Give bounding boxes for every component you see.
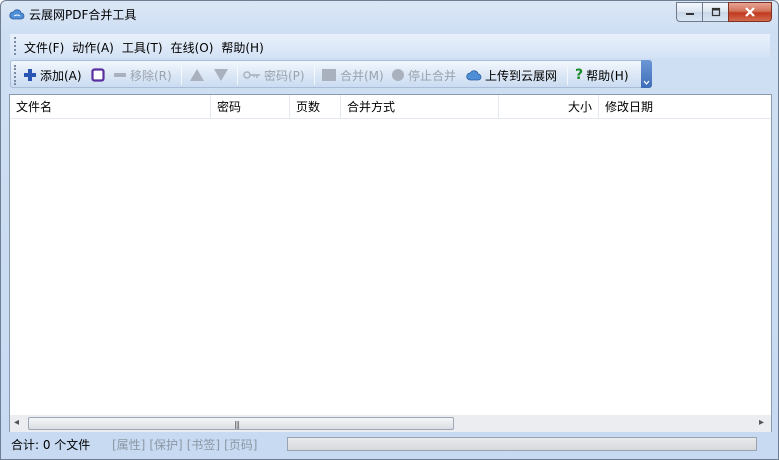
toolbar: 添加(A) 移除(R) 密码(P) 合并(M) 停止合并 上传到云展网 ? 帮助… bbox=[10, 60, 652, 88]
scroll-right-icon[interactable]: ▸ bbox=[759, 417, 764, 428]
chevron-down-icon bbox=[643, 80, 650, 85]
restore-button[interactable] bbox=[702, 2, 728, 22]
column-size[interactable]: 大小 bbox=[499, 95, 599, 119]
checkbox-icon bbox=[91, 68, 105, 82]
toolbar-separator bbox=[237, 65, 238, 85]
flag-protection: [保护] bbox=[149, 438, 183, 452]
menu-help[interactable]: 帮助(H) bbox=[221, 39, 263, 56]
flag-bookmarks: [书签] bbox=[186, 438, 221, 452]
menu-tools[interactable]: 工具(T) bbox=[122, 39, 163, 56]
status-flags: [属性] [保护] [书签] [页码] bbox=[112, 436, 258, 453]
file-count: 合计: 0 个文件 bbox=[11, 438, 91, 452]
minimize-button[interactable] bbox=[676, 2, 702, 22]
minimize-icon bbox=[685, 13, 694, 15]
cloud-icon bbox=[466, 70, 482, 81]
toolbar-separator bbox=[567, 65, 568, 85]
add-label: 添加(A) bbox=[40, 68, 82, 83]
merge-icon bbox=[322, 69, 336, 81]
menubar-grip[interactable] bbox=[14, 37, 17, 55]
menu-action[interactable]: 动作(A) bbox=[72, 39, 114, 56]
upload-button[interactable]: 上传到云展网 bbox=[466, 66, 557, 84]
remove-button[interactable]: 移除(R) bbox=[113, 66, 172, 84]
password-label: 密码(P) bbox=[264, 68, 305, 83]
stop-merge-label: 停止合并 bbox=[408, 68, 457, 83]
merge-label: 合并(M) bbox=[340, 68, 384, 83]
restore-icon bbox=[711, 7, 720, 17]
column-merge-mode[interactable]: 合并方式 bbox=[341, 95, 499, 119]
horizontal-scrollbar[interactable]: ◂ ||| ▸ bbox=[10, 415, 771, 432]
add-button[interactable]: 添加(A) bbox=[23, 66, 82, 84]
menu-bar: 文件(F) 动作(A) 工具(T) 在线(O) 帮助(H) bbox=[10, 34, 770, 58]
toolbar-separator bbox=[314, 65, 315, 85]
column-modified-date[interactable]: 修改日期 bbox=[599, 95, 771, 119]
flag-page-numbers: [页码] bbox=[224, 438, 258, 452]
scrollbar-thumb[interactable]: ||| bbox=[28, 417, 454, 430]
toolbar-grip[interactable] bbox=[14, 65, 17, 85]
flag-properties: [属性] bbox=[112, 438, 146, 452]
help-button[interactable]: ? 帮助(H) bbox=[575, 66, 629, 84]
close-icon bbox=[745, 7, 755, 17]
menu-file[interactable]: 文件(F) bbox=[24, 39, 64, 56]
down-arrow-icon bbox=[214, 69, 228, 81]
title-bar[interactable]: 云展网PDF合并工具 bbox=[1, 1, 778, 29]
help-icon: ? bbox=[575, 67, 584, 83]
app-window: 云展网PDF合并工具 文件(F) 动作(A) 工具(T) 在线(O) 帮助(H) bbox=[0, 0, 779, 460]
up-arrow-icon bbox=[190, 69, 204, 81]
key-icon bbox=[243, 71, 260, 79]
thumb-grip-icon: ||| bbox=[234, 420, 240, 429]
toolbar-overflow-button[interactable] bbox=[641, 60, 652, 88]
help-label: 帮助(H) bbox=[586, 68, 629, 83]
status-bar: 合计: 0 个文件 [属性] [保护] [书签] [页码] bbox=[9, 434, 772, 454]
column-pages[interactable]: 页数 bbox=[290, 95, 341, 119]
remove-label: 移除(R) bbox=[130, 68, 172, 83]
merge-button[interactable]: 合并(M) bbox=[321, 66, 384, 84]
scroll-left-icon[interactable]: ◂ bbox=[14, 417, 19, 428]
toolbar-separator bbox=[181, 65, 182, 85]
cloud-app-icon bbox=[9, 9, 25, 20]
move-up-button[interactable] bbox=[189, 66, 205, 84]
menu-online[interactable]: 在线(O) bbox=[171, 39, 214, 56]
upload-label: 上传到云展网 bbox=[485, 68, 558, 83]
close-button[interactable] bbox=[728, 2, 772, 22]
minus-icon bbox=[114, 73, 126, 77]
window-controls bbox=[676, 2, 772, 22]
column-filename[interactable]: 文件名 bbox=[10, 95, 211, 119]
window-title: 云展网PDF合并工具 bbox=[29, 8, 137, 22]
list-header: 文件名 密码 页数 合并方式 大小 修改日期 bbox=[10, 95, 771, 119]
progress-bar bbox=[287, 437, 757, 451]
file-list[interactable]: 文件名 密码 页数 合并方式 大小 修改日期 ◂ ||| ▸ bbox=[9, 94, 772, 432]
menu-items: 文件(F) 动作(A) 工具(T) 在线(O) 帮助(H) bbox=[24, 39, 264, 56]
select-button[interactable] bbox=[91, 66, 105, 84]
move-down-button[interactable] bbox=[213, 66, 229, 84]
plus-icon bbox=[24, 69, 36, 81]
password-button[interactable]: 密码(P) bbox=[243, 66, 305, 84]
column-password[interactable]: 密码 bbox=[211, 95, 290, 119]
stop-icon bbox=[392, 69, 404, 81]
stop-merge-button[interactable]: 停止合并 bbox=[391, 66, 456, 84]
